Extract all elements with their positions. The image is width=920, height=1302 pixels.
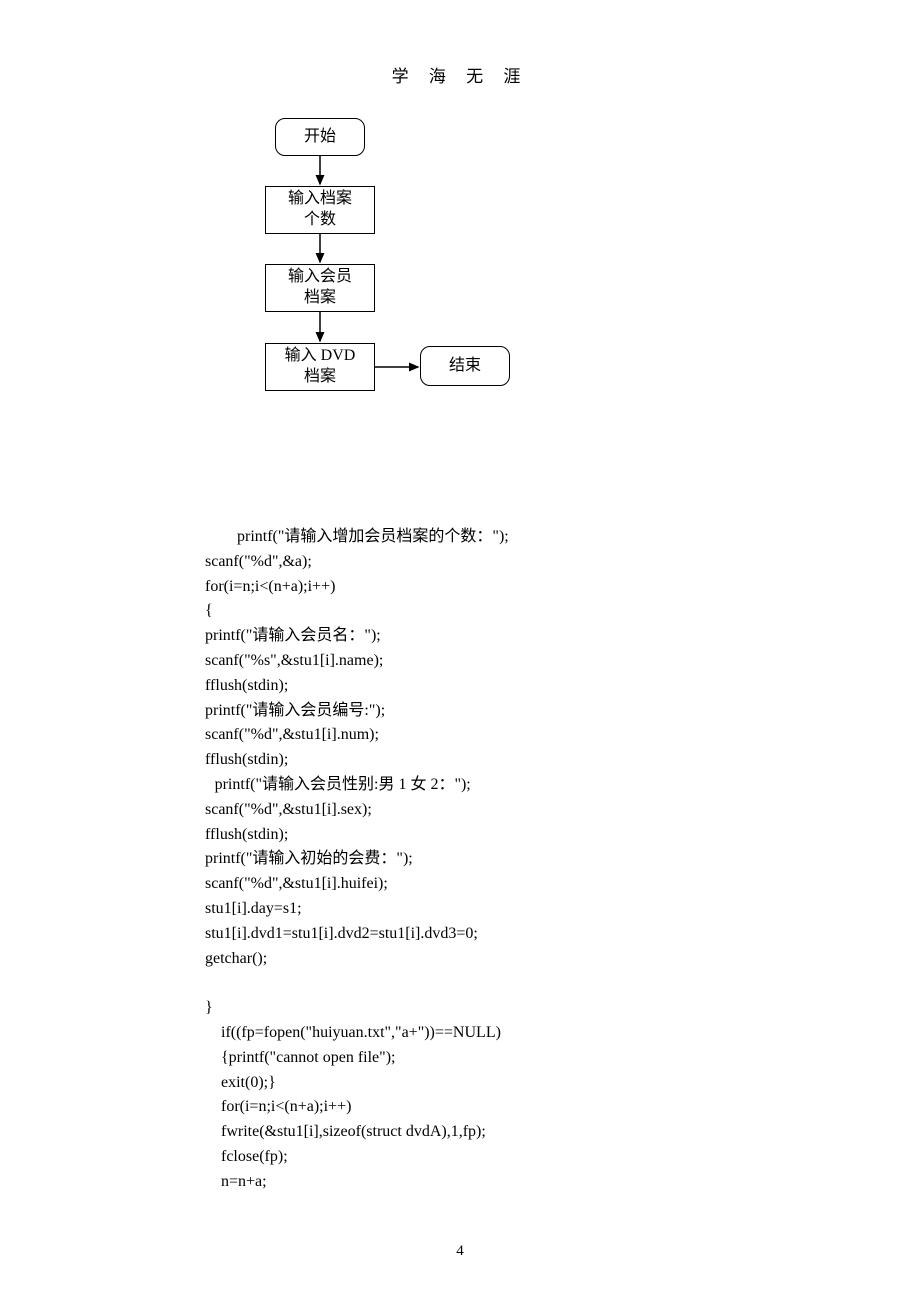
code-block: printf("请输入增加会员档案的个数："); scanf("%d",&a);… <box>205 525 725 1195</box>
code-line: scanf("%s",&stu1[i].name); <box>205 652 383 669</box>
code-line: printf("请输入会员编号:"); <box>205 702 385 719</box>
flow-step2-line1: 输入会员 <box>288 267 352 288</box>
code-line: scanf("%d",&stu1[i].num); <box>205 726 379 743</box>
code-line: for(i=n;i<(n+a);i++) <box>205 1095 725 1120</box>
code-line: exit(0);} <box>205 1071 725 1096</box>
code-line: fclose(fp); <box>205 1145 725 1170</box>
flow-step2-line2: 档案 <box>304 288 336 309</box>
flow-start: 开始 <box>275 118 365 156</box>
code-line: stu1[i].day=s1; <box>205 900 302 917</box>
code-line: printf("请输入会员性别:男 1 女 2："); <box>205 773 725 798</box>
code-line: scanf("%d",&stu1[i].sex); <box>205 801 372 818</box>
code-line: fflush(stdin); <box>205 677 288 694</box>
code-line: fflush(stdin); <box>205 826 288 843</box>
code-line: { <box>205 602 213 619</box>
flow-end: 结束 <box>420 346 510 386</box>
code-line: printf("请输入会员名："); <box>205 627 381 644</box>
page-header: 学 海 无 涯 <box>0 62 920 87</box>
flow-step1-line2: 个数 <box>304 210 336 231</box>
code-line: scanf("%d",&a); <box>205 553 312 570</box>
flow-step3-line2: 档案 <box>304 367 336 388</box>
flow-step2: 输入会员 档案 <box>265 264 375 312</box>
code-line: for(i=n;i<(n+a);i++) <box>205 578 335 595</box>
code-line: getchar(); <box>205 950 267 967</box>
flow-step3-line1: 输入 DVD <box>285 346 356 367</box>
code-line: scanf("%d",&stu1[i].huifei); <box>205 875 388 892</box>
code-line: } <box>205 999 213 1016</box>
flow-start-label: 开始 <box>304 127 336 148</box>
code-line: {printf("cannot open file"); <box>205 1046 725 1071</box>
code-line: printf("请输入增加会员档案的个数："); <box>205 525 725 550</box>
code-line: printf("请输入初始的会费："); <box>205 850 413 867</box>
code-line: if((fp=fopen("huiyuan.txt","a+"))==NULL) <box>205 1021 725 1046</box>
flow-step1: 输入档案 个数 <box>265 186 375 234</box>
code-line: n=n+a; <box>205 1170 725 1195</box>
code-line: fflush(stdin); <box>205 751 288 768</box>
flow-step3: 输入 DVD 档案 <box>265 343 375 391</box>
flow-end-label: 结束 <box>449 356 481 377</box>
flow-step1-line1: 输入档案 <box>288 189 352 210</box>
code-line: stu1[i].dvd1=stu1[i].dvd2=stu1[i].dvd3=0… <box>205 925 478 942</box>
page-number: 4 <box>0 1243 920 1260</box>
code-line: fwrite(&stu1[i],sizeof(struct dvdA),1,fp… <box>205 1120 725 1145</box>
